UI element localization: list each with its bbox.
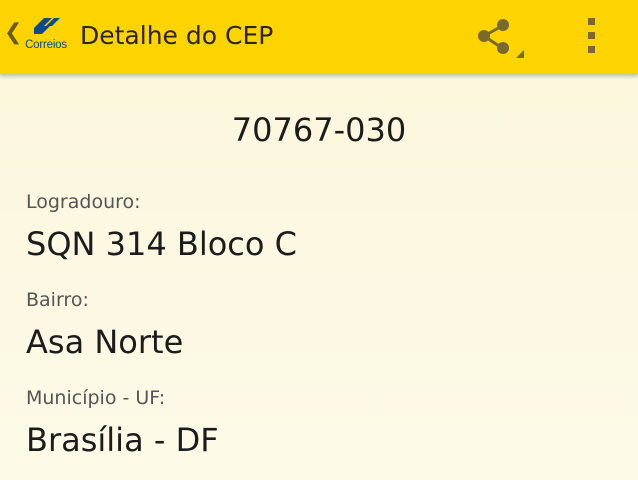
correios-logo-icon [34,18,60,34]
page-title: Detalhe do CEP [80,21,274,50]
bairro-label: Bairro: [26,289,89,311]
share-icon [478,19,524,58]
overflow-menu-icon [588,18,595,53]
up-button[interactable]: ❮ Correios [0,0,74,74]
logradouro-label: Logradouro: [26,191,141,213]
action-bar: ❮ Correios Detalhe do CEP [0,0,638,74]
cep-number: 70767-030 [231,111,407,149]
municipio-uf-value: Brasília - DF [26,421,219,459]
cep-details: 70767-030 Logradouro: SQN 314 Bloco C Ba… [0,74,638,480]
share-button[interactable] [468,8,532,68]
app-logo: Correios [20,14,72,58]
overflow-menu-button[interactable] [566,8,622,68]
bairro-value: Asa Norte [26,323,184,361]
screen: ❮ Correios Detalhe do CEP 70767-030 Logr… [0,0,638,480]
logradouro-value: SQN 314 Bloco C [26,225,297,263]
municipio-uf-label: Município - UF: [26,387,166,409]
logo-text: Correios [25,39,67,51]
